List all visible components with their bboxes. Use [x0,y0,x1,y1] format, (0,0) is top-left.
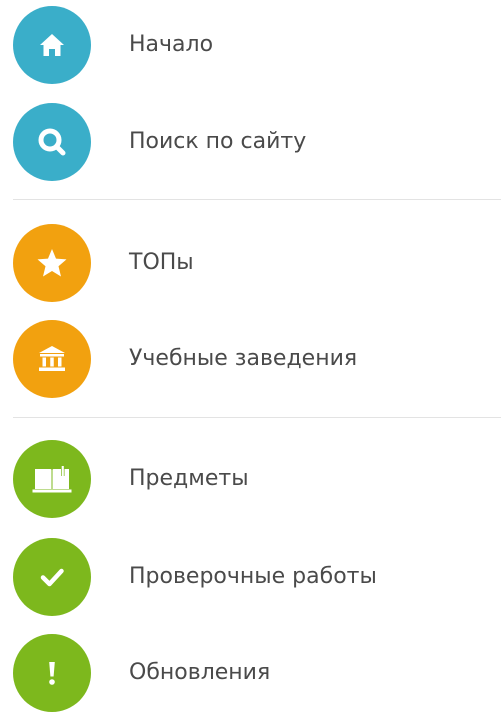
menu-item-subjects[interactable]: Предметы [0,434,501,524]
institution-icon [13,320,91,398]
menu-item-label: Поиск по сайту [129,129,307,154]
menu-item-tops[interactable]: ТОПы [0,218,501,308]
star-icon [13,224,91,302]
menu-item-label: Учебные заведения [129,346,358,371]
home-icon [13,6,91,84]
menu-item-label: Предметы [129,466,249,491]
menu-item-tests[interactable]: Проверочные работы [0,532,501,622]
menu-item-label: ТОПы [129,250,194,275]
menu-item-label: Проверочные работы [129,564,377,589]
check-icon [13,538,91,616]
search-icon [13,103,91,181]
menu-item-updates[interactable]: Обновления [0,628,501,718]
menu-divider [13,199,501,200]
menu-item-home[interactable]: Начало [0,0,501,90]
menu-divider [13,417,501,418]
menu-item-label: Обновления [129,660,271,685]
menu-item-label: Начало [129,32,214,57]
exclamation-icon [13,634,91,712]
menu-item-institutions[interactable]: Учебные заведения [0,314,501,404]
menu-item-search[interactable]: Поиск по сайту [0,97,501,187]
side-menu: Начало Поиск по сайту ТОПы Учебные завед… [0,0,501,712]
book-icon [13,440,91,518]
